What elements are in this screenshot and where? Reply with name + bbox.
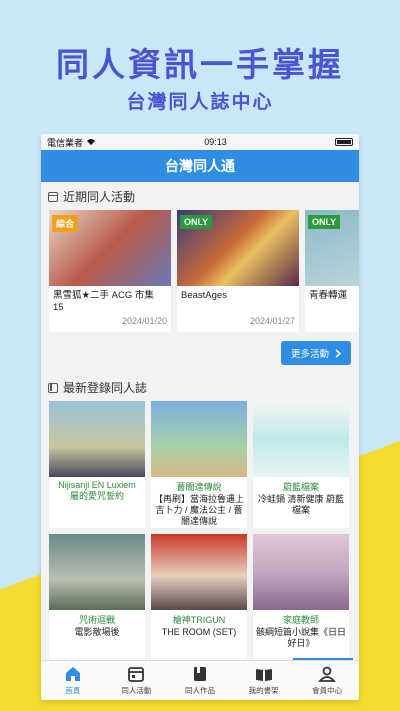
event-date [305, 314, 359, 318]
events-carousel[interactable]: 綜合 黑雪狐★二手 ACG 市集 15 2024/01/20 ONLY Beas… [41, 210, 359, 332]
book-name: 骸綱短篇小說集《日日好日》 [256, 627, 347, 648]
book-name: 【再刷】當海拉魯遇上吉卜力 / 魔法公主 / 薔闇達傳說 [154, 494, 245, 526]
event-cover-image: ONLY [177, 210, 299, 286]
more-events-label: 更多活動 [290, 349, 329, 360]
event-cover-image: ONLY [305, 210, 359, 286]
tab-bar: 首頁 同人活動 同人作品 我的書架 會員中心 [41, 660, 359, 700]
books-section-title: 最新登錄同人誌 [63, 381, 148, 395]
book-cover-image [151, 401, 247, 477]
book-category: 家庭教師 [282, 615, 319, 625]
event-cover-image: 綜合 [49, 210, 171, 286]
book-cover-image [253, 534, 349, 610]
user-icon [318, 666, 337, 682]
events-section-header: 近期同人活動 [41, 182, 359, 210]
promo-subline: 台灣同人誌中心 [126, 91, 274, 113]
open-book-icon [255, 669, 272, 681]
event-card[interactable]: ONLY BeastAges 2024/01/27 [177, 210, 299, 332]
status-bar: 電信業者 09:13 [41, 134, 359, 150]
battery-icon [334, 138, 353, 146]
book-icon [48, 382, 58, 393]
book-name: Nijisanji EN Luxiem 屬的愛咒誓約 [58, 480, 136, 501]
event-badge: ONLY [180, 215, 213, 229]
tab-member[interactable]: 會員中心 [295, 661, 359, 700]
book-cover-image [253, 401, 349, 477]
carrier-label: 電信業者 [47, 137, 84, 148]
books-grid: Nijisanji EN Luxiem 屬的愛咒誓約 薔闇達傳說 【再刷】當海拉… [41, 401, 359, 661]
event-card[interactable]: 綜合 黑雪狐★二手 ACG 市集 15 2024/01/20 [49, 210, 171, 332]
tab-works[interactable]: 同人作品 [168, 661, 232, 700]
book-icon [193, 667, 206, 681]
tab-bookshelf[interactable]: 我的書架 [232, 661, 296, 700]
book-name: 冷蛙鍋 清新健康 蔚藍檔案 [257, 494, 344, 515]
book-category: 蔚藍檔案 [282, 482, 319, 492]
tab-label: 同人活動 [121, 686, 152, 695]
tab-label: 同人作品 [184, 686, 215, 695]
event-title: BeastAges [181, 290, 227, 301]
books-section-header: 最新登錄同人誌 [41, 373, 359, 401]
event-badge: 綜合 [52, 215, 79, 232]
phone-screen: 電信業者 09:13 台灣同人通 近期同人活動 綜合 黑雪狐★二手 ACG 市集… [41, 134, 359, 700]
book-cover-image [49, 401, 145, 477]
promo-headline: 同人資訊一手掌握 [56, 45, 344, 84]
calendar-icon [128, 667, 145, 682]
book-cover-image [151, 534, 247, 610]
app-title: 台灣同人通 [41, 150, 359, 182]
book-card[interactable]: 薔闇達傳說 【再刷】當海拉魯遇上吉卜力 / 魔法公主 / 薔闇達傳說 [151, 401, 247, 528]
book-card[interactable]: Nijisanji EN Luxiem 屬的愛咒誓約 [49, 401, 145, 528]
tab-events[interactable]: 同人活動 [105, 661, 169, 700]
book-card[interactable]: 槍神TRIGUN THE ROOM (SET) [151, 534, 247, 661]
wifi-icon [87, 139, 96, 145]
more-events-button[interactable]: 更多活動 [280, 341, 351, 365]
event-title: 青春轉運 [309, 290, 348, 301]
tab-label: 我的書架 [248, 686, 279, 695]
book-category: 咒術迴戰 [78, 615, 115, 625]
book-card[interactable]: 咒術迴戰 電影散場後 [49, 534, 145, 661]
tab-label: 會員中心 [312, 686, 343, 695]
tab-home[interactable]: 首頁 [41, 661, 105, 700]
book-category: 槍神TRIGUN [172, 615, 226, 625]
home-icon [65, 667, 80, 681]
book-card[interactable]: 蔚藍檔案 冷蛙鍋 清新健康 蔚藍檔案 [253, 401, 349, 528]
event-date: 2024/01/20 [121, 316, 167, 326]
tab-label: 首頁 [65, 686, 81, 695]
book-name: 電影散場後 [74, 627, 120, 637]
event-date: 2024/01/27 [249, 316, 295, 326]
book-cover-image [49, 534, 145, 610]
chevron-right-icon [335, 348, 341, 358]
event-card[interactable]: ONLY 青春轉運 [305, 210, 359, 332]
clock: 09:13 [204, 137, 227, 147]
event-badge: ONLY [308, 215, 341, 229]
book-name: THE ROOM (SET) [161, 627, 237, 637]
calendar-icon [48, 191, 58, 202]
book-card[interactable]: 家庭教師 骸綱短篇小說集《日日好日》 [253, 534, 349, 661]
event-title: 黑雪狐★二手 ACG 市集 15 [53, 290, 154, 313]
events-section-title: 近期同人活動 [63, 190, 136, 204]
book-category: 薔闇達傳說 [176, 482, 222, 492]
